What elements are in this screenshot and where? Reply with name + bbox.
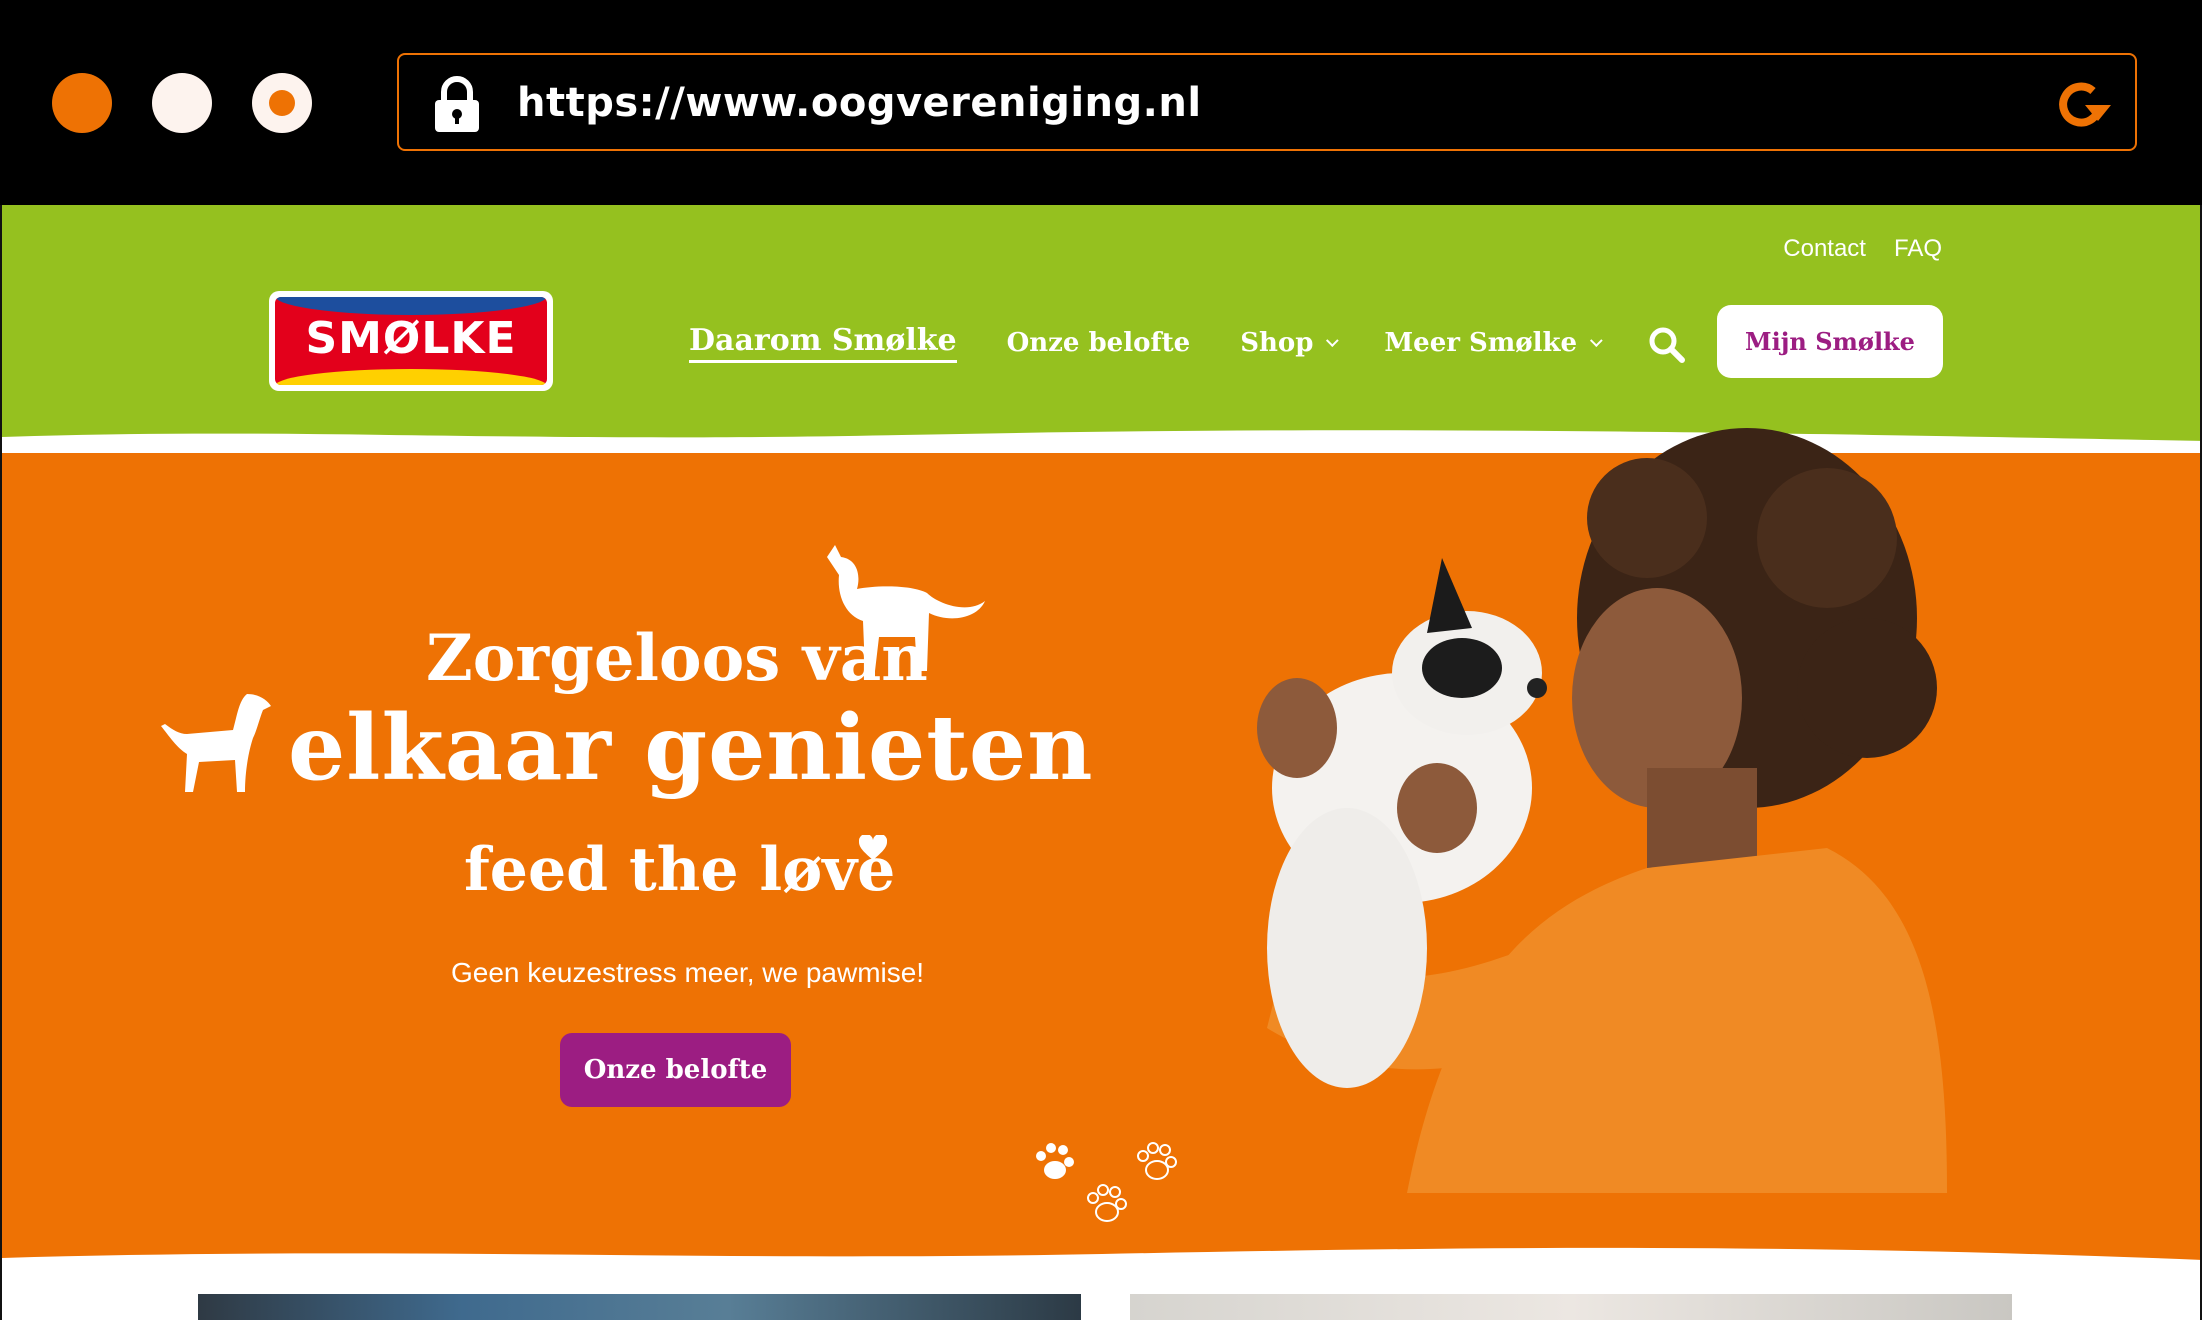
content-card-image[interactable] [1130, 1294, 2012, 1320]
nav-item-label: Onze belofte [1006, 328, 1191, 358]
faq-link[interactable]: FAQ [1894, 235, 1942, 263]
nav-item-label: Daarom Smølke [689, 323, 957, 358]
logo-text: SMØLKE [305, 313, 517, 364]
hero-subtitle: Geen keuzestress meer, we pawmise! [451, 957, 925, 988]
window-maximize-button[interactable] [252, 73, 312, 133]
lock-icon [435, 76, 479, 132]
nav-item-label: Shop [1240, 328, 1314, 358]
hero-wave-divider [2, 1247, 2200, 1280]
web-page: Contact FAQ SMØLKE Daarom Smølke Onze be… [0, 205, 2202, 1320]
search-icon[interactable] [1647, 325, 1687, 365]
site-header: Contact FAQ SMØLKE Daarom Smølke Onze be… [2, 205, 2200, 455]
window-close-button[interactable] [52, 73, 112, 133]
onze-belofte-button[interactable]: Onze belofte [560, 1033, 791, 1107]
nav-item-onze-belofte[interactable]: Onze belofte [1007, 328, 1191, 358]
url-text[interactable]: https://www.oogvereniging.nl [517, 80, 1202, 126]
nav-item-meer-smolke[interactable]: Meer Smølke [1384, 328, 1603, 358]
smolke-logo[interactable]: SMØLKE [269, 291, 553, 391]
chevron-down-icon [1326, 333, 1340, 347]
browser-chrome: https://www.oogvereniging.nl [0, 0, 2202, 205]
mijn-smolke-button[interactable]: Mijn Smølke [1717, 305, 1943, 378]
nav-item-shop[interactable]: Shop [1240, 328, 1340, 358]
contact-link[interactable]: Contact [1783, 235, 1866, 263]
heart-icon [859, 835, 887, 860]
address-bar[interactable]: https://www.oogvereniging.nl [397, 53, 2137, 151]
paw-prints-icon [1036, 1142, 1177, 1222]
dog-silhouette-icon [161, 694, 271, 792]
hero-headline-line1: Zorgeloos van [426, 621, 928, 696]
reload-icon[interactable] [2055, 77, 2113, 131]
content-card-image[interactable] [198, 1294, 1081, 1320]
hero-tagline: feed the løve [464, 835, 896, 905]
nav-item-daarom-smolke[interactable]: Daarom Smølke [689, 323, 957, 363]
main-nav: Daarom Smølke Onze belofte Shop Meer Smø… [689, 323, 1648, 363]
nav-item-label: Meer Smølke [1384, 328, 1578, 358]
woman-with-puppy-image [1257, 428, 1947, 1193]
window-minimize-button[interactable] [152, 73, 212, 133]
chevron-down-icon [1590, 333, 1603, 347]
utility-links: Contact FAQ [1783, 235, 1942, 263]
hero-headline-line2: elkaar genieten [288, 695, 1094, 801]
